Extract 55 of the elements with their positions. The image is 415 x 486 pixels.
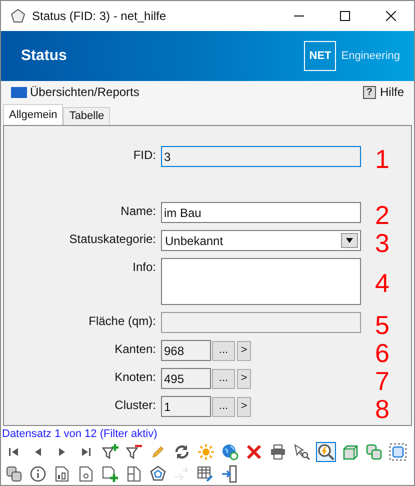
count-field[interactable]: 495 bbox=[161, 368, 211, 389]
marker-number: 1 bbox=[375, 144, 390, 174]
stacked-squares-icon[interactable] bbox=[4, 464, 24, 484]
logo-icon bbox=[11, 86, 27, 98]
field-label: Kanten: bbox=[114, 341, 157, 358]
dropdown-value: Unbekannt bbox=[165, 232, 224, 250]
dashed-cube-icon[interactable] bbox=[388, 442, 408, 462]
help-menu[interactable]: Hilfe bbox=[380, 83, 404, 101]
maximize-icon[interactable] bbox=[340, 11, 350, 21]
text-field[interactable]: im Bau bbox=[161, 202, 361, 223]
cursor-search-icon[interactable] bbox=[292, 442, 312, 462]
field-label: Name: bbox=[120, 203, 157, 220]
help-icon: ? bbox=[362, 86, 376, 98]
browse-button[interactable]: ... bbox=[212, 340, 235, 360]
logo-mark: NET bbox=[304, 41, 336, 71]
marker-number: 3 bbox=[375, 228, 390, 258]
close-icon[interactable] bbox=[386, 11, 396, 21]
field-label: Info: bbox=[132, 259, 157, 276]
field-label: Fläche (qm): bbox=[88, 313, 157, 330]
field-label: FID: bbox=[132, 147, 157, 164]
document-plus-icon[interactable] bbox=[100, 464, 120, 484]
marker-number: 5 bbox=[375, 310, 390, 340]
browse-button[interactable]: ... bbox=[212, 368, 235, 388]
field-label: Knoten: bbox=[114, 369, 157, 386]
tab[interactable]: Allgemein bbox=[3, 104, 64, 125]
go-button[interactable]: > bbox=[237, 340, 251, 360]
count-field[interactable]: 968 bbox=[161, 340, 211, 361]
go-button[interactable]: > bbox=[237, 396, 251, 416]
zoom-lightning-icon[interactable] bbox=[316, 442, 336, 462]
tab[interactable]: Tabelle bbox=[63, 107, 110, 125]
marker-number: 4 bbox=[375, 268, 390, 298]
count-field[interactable]: 1 bbox=[161, 396, 211, 417]
info-field[interactable] bbox=[161, 258, 361, 305]
printer-icon[interactable] bbox=[268, 442, 288, 462]
funnel-minus-icon[interactable] bbox=[124, 442, 144, 462]
marker-number: 6 bbox=[375, 338, 390, 368]
field-label: Statuskategorie: bbox=[68, 231, 157, 248]
marker-number: 8 bbox=[375, 394, 390, 424]
dropdown-field[interactable]: Unbekannt bbox=[161, 230, 361, 251]
reports-menu[interactable]: Übersichten/Reports bbox=[30, 83, 140, 101]
brand-name: Engineering bbox=[341, 48, 400, 64]
info-icon[interactable] bbox=[28, 464, 48, 484]
pentagon-icon bbox=[10, 8, 26, 24]
marker-number: 2 bbox=[375, 200, 390, 230]
banner-title: Status bbox=[21, 46, 67, 66]
marker-number: 7 bbox=[375, 366, 390, 396]
go-button[interactable]: > bbox=[237, 368, 251, 388]
record-status: Datensatz 1 von 12 (Filter aktiv) bbox=[1, 427, 158, 441]
text-field[interactable]: 3 bbox=[161, 146, 361, 167]
funnel-plus-icon[interactable] bbox=[100, 442, 120, 462]
two-cubes-icon[interactable] bbox=[364, 442, 384, 462]
window-title: Status (FID: 3) - net_hilfe bbox=[32, 8, 166, 25]
browse-button[interactable]: ... bbox=[212, 396, 235, 416]
field-label: Cluster: bbox=[114, 397, 157, 414]
globe-icon[interactable] bbox=[220, 442, 240, 462]
